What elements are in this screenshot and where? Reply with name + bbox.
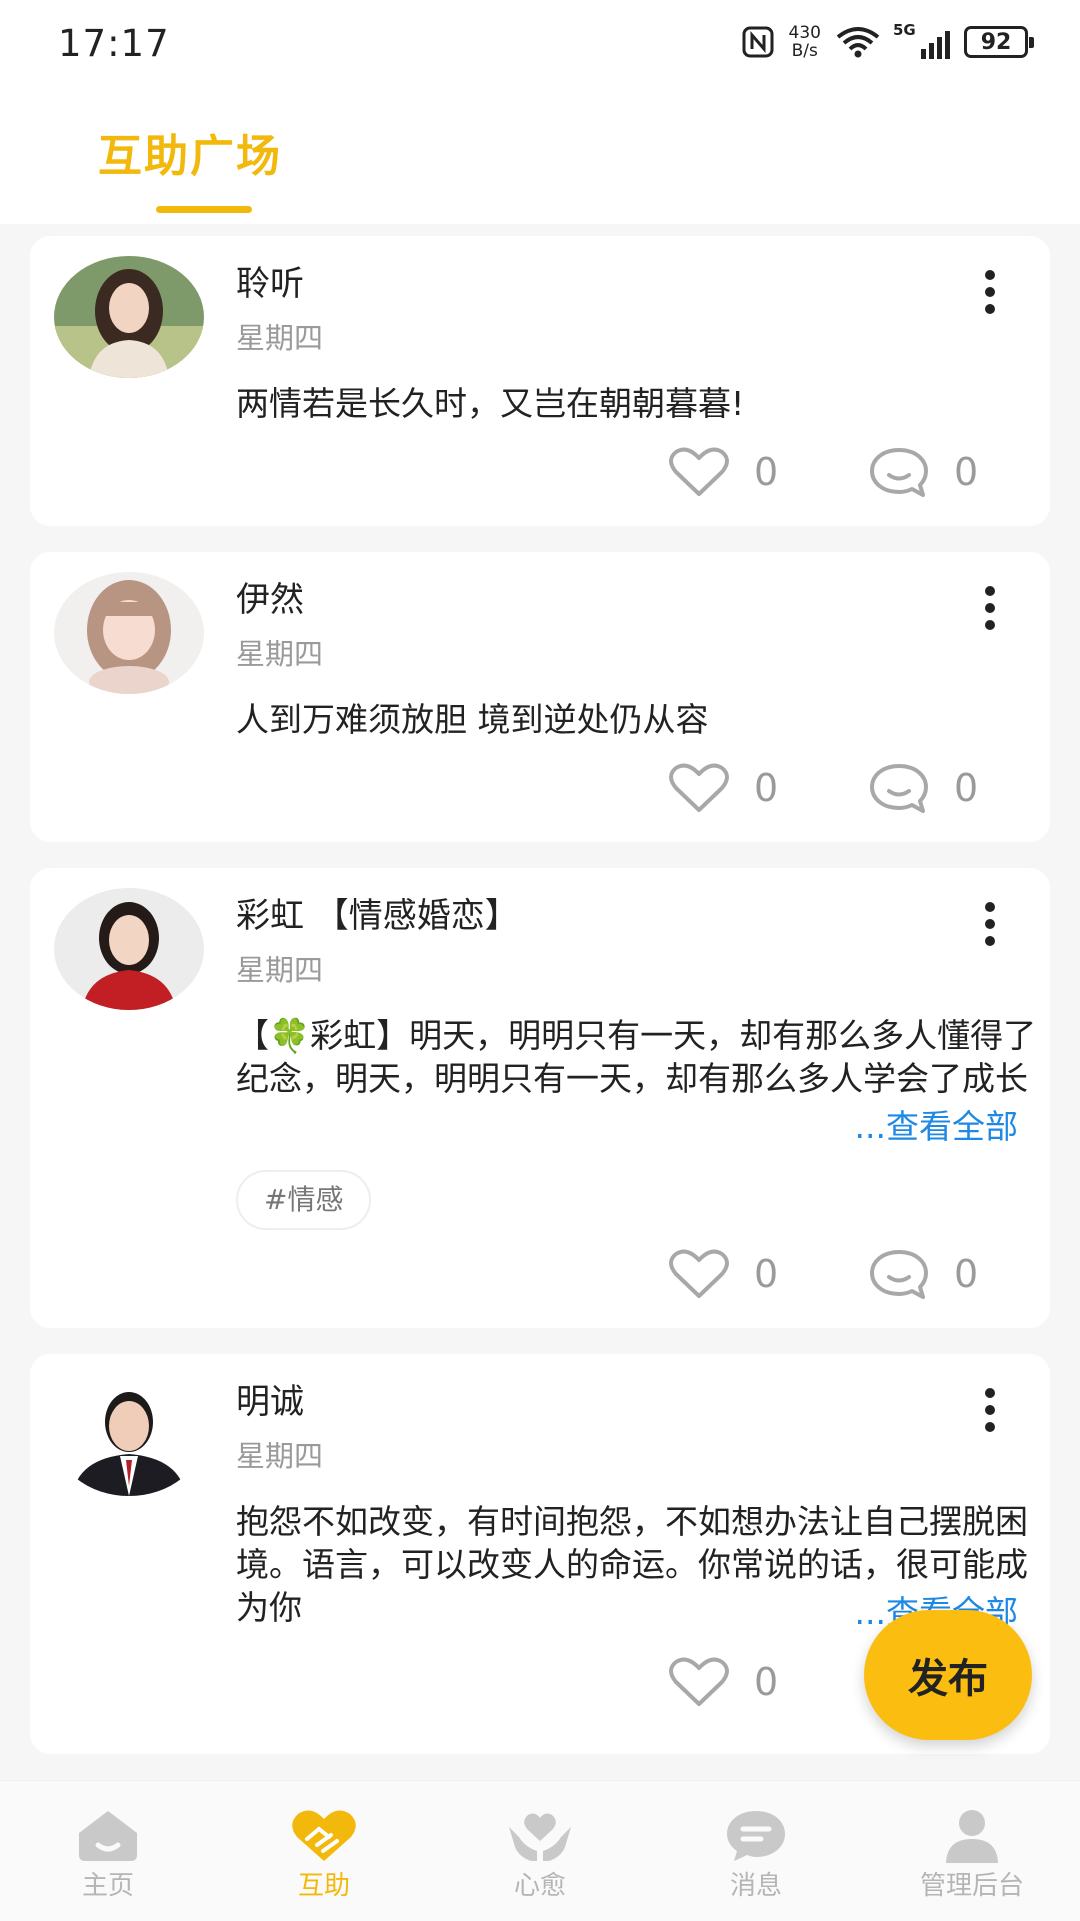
like-count: 0 [754,450,779,494]
comment-count: 0 [954,1252,979,1296]
battery-icon: 92 [964,26,1034,58]
comment-bubble-icon [870,1250,928,1299]
like-button[interactable]: 0 [668,446,778,498]
post-text[interactable]: 人到万难须放胆 境到逆处仍从容 [236,698,1042,741]
nav-label: 主页 [81,1871,134,1901]
hands-heart-icon [509,1813,571,1861]
heart-icon [669,1249,729,1298]
woman-portrait-icon [54,888,204,1010]
post-date: 星期四 [236,1439,324,1473]
post-card[interactable]: 聆听 星期四 两情若是长久时，又岂在朝朝暮暮! 0 0 [30,236,1050,526]
more-options-icon[interactable] [984,270,996,314]
person-icon [946,1810,998,1863]
home-icon [79,1811,137,1861]
post-date: 星期四 [236,321,324,355]
status-icons: 430 B/s 5G 92 [741,21,1034,61]
post-card[interactable]: 伊然 星期四 人到万难须放胆 境到逆处仍从容 0 0 [30,552,1050,842]
nav-label: 心愈 [513,1871,566,1901]
active-tab-indicator [156,206,252,213]
wifi-icon [836,27,880,58]
like-count: 0 [754,1252,779,1296]
like-count: 0 [754,1660,779,1704]
comment-bubble-icon [870,448,928,497]
nav-item-messages[interactable]: 消息 [648,1781,864,1921]
like-button[interactable]: 0 [668,762,778,814]
author-name[interactable]: 彩虹 【情感婚恋】 [236,888,519,937]
cellular-signal-icon: 5G [893,21,950,59]
see-all-link[interactable]: ...查看全部 [830,1100,1018,1148]
publish-button[interactable]: 发布 [864,1610,1032,1740]
handshake-heart-icon [292,1810,356,1861]
more-options-icon[interactable] [984,586,996,630]
avatar[interactable] [54,572,204,694]
more-options-icon[interactable] [984,1388,996,1432]
heart-icon [669,1657,729,1706]
woman-portrait-icon [54,256,204,378]
author-name[interactable]: 聆听 [236,256,304,305]
status-bar: 17:17 430 B/s 5G 92 [0,0,1080,90]
author-name[interactable]: 明诚 [236,1374,304,1423]
like-count: 0 [754,766,779,810]
topic-tag[interactable]: #情感 [236,1170,372,1230]
heart-icon [669,763,729,812]
comment-count: 0 [954,450,979,494]
avatar[interactable] [54,888,204,1010]
top-tab-bar: 互助广场 [0,90,1080,224]
post-date: 星期四 [236,953,324,987]
bottom-navigation: 主页 互助 心愈 消息 管理后台 [0,1780,1080,1921]
author-name[interactable]: 伊然 [236,572,304,621]
comment-button[interactable]: 0 [868,1248,978,1300]
chat-bubble-icon [727,1811,785,1861]
nfc-icon [742,26,774,58]
like-button[interactable]: 0 [668,1656,778,1708]
tab-mutual-aid-square[interactable]: 互助广场 [98,120,282,184]
man-portrait-icon [54,1374,204,1496]
nav-item-healing[interactable]: 心愈 [432,1781,648,1921]
post-text[interactable]: 两情若是长久时，又岂在朝朝暮暮! [236,382,1042,425]
heart-icon [669,447,729,496]
nav-item-home[interactable]: 主页 [0,1781,216,1921]
nav-label: 管理后台 [919,1871,1024,1901]
more-options-icon[interactable] [984,902,996,946]
post-date: 星期四 [236,637,324,671]
avatar[interactable] [54,1374,204,1496]
status-time: 17:17 [58,22,170,65]
comment-button[interactable]: 0 [868,446,978,498]
comment-count: 0 [954,766,979,810]
comment-button[interactable]: 0 [868,762,978,814]
nav-label: 互助 [297,1871,350,1901]
network-speed: 430 B/s [788,23,821,61]
like-button[interactable]: 0 [668,1248,778,1300]
comment-bubble-icon [870,764,928,813]
avatar[interactable] [54,256,204,378]
post-card[interactable]: 彩虹 【情感婚恋】 星期四 【🍀彩虹】明天，明明只有一天，却有那么多人懂得了纪念… [30,868,1050,1328]
nav-item-admin[interactable]: 管理后台 [864,1781,1080,1921]
nav-label: 消息 [729,1871,782,1901]
woman-portrait-icon [54,572,204,694]
nav-item-mutual-aid[interactable]: 互助 [216,1781,432,1921]
